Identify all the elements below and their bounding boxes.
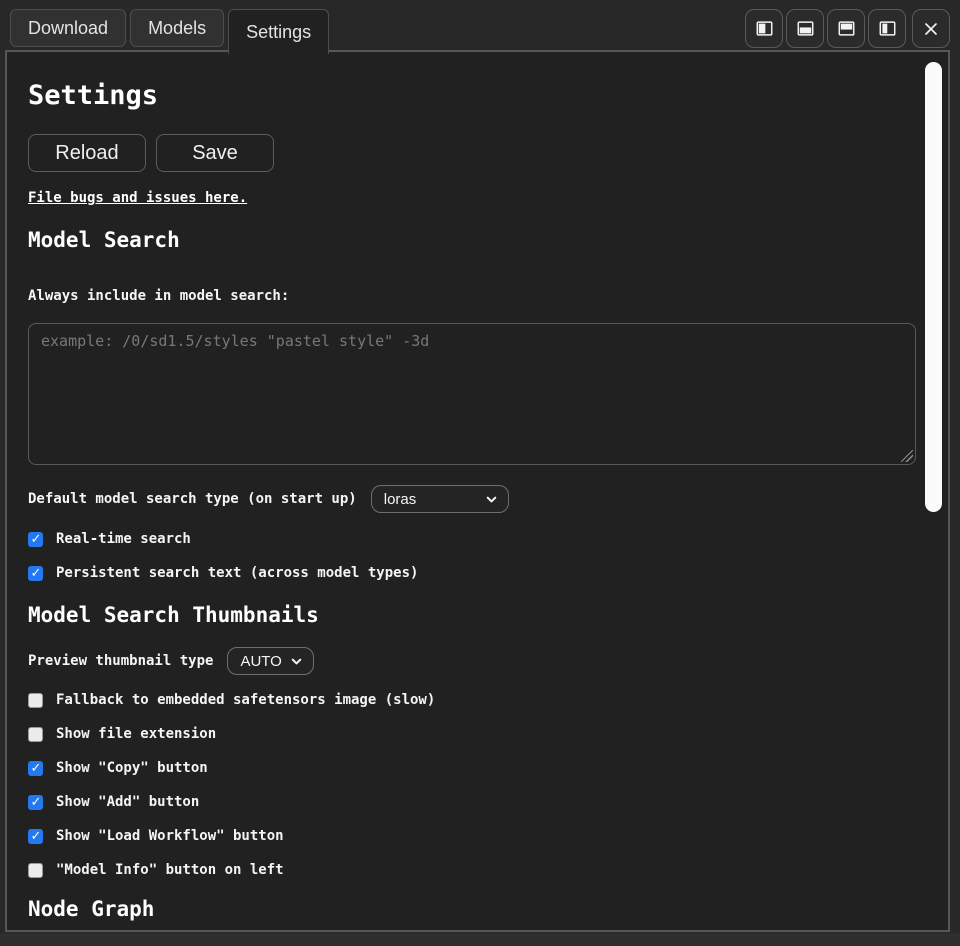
tab-models[interactable]: Models [130, 9, 224, 47]
show-load-workflow-checkbox[interactable] [28, 829, 43, 844]
chevron-down-icon [290, 655, 303, 668]
page-title: Settings [28, 82, 918, 110]
show-file-extension-row[interactable]: Show file extension [28, 727, 918, 742]
preview-thumbnail-type-select[interactable]: AUTO [227, 647, 313, 675]
model-search-heading: Model Search [28, 229, 918, 251]
panel-left-icon [756, 20, 773, 37]
dock-bottom-button[interactable] [786, 9, 824, 48]
settings-content: Settings Reload Save File bugs and issue… [7, 52, 918, 930]
tab-settings[interactable]: Settings [228, 9, 329, 54]
action-buttons: Reload Save [28, 134, 918, 172]
realtime-search-label: Real-time search [56, 532, 191, 547]
close-button[interactable] [912, 9, 950, 48]
tab-download[interactable]: Download [10, 9, 126, 47]
show-add-button-checkbox[interactable] [28, 795, 43, 810]
show-add-button-row[interactable]: Show "Add" button [28, 795, 918, 810]
preview-thumbnail-type-value: AUTO [240, 653, 281, 670]
always-include-field-wrap [28, 323, 916, 465]
model-info-left-label: "Model Info" button on left [56, 863, 284, 878]
persistent-search-checkbox[interactable] [28, 566, 43, 581]
always-include-label: Always include in model search: [28, 289, 918, 304]
show-add-button-label: Show "Add" button [56, 795, 199, 810]
show-copy-button-label: Show "Copy" button [56, 761, 208, 776]
fallback-safetensors-row[interactable]: Fallback to embedded safetensors image (… [28, 693, 918, 708]
thumbnails-heading: Model Search Thumbnails [28, 604, 918, 626]
default-search-type-value: loras [384, 491, 417, 508]
panel-top-icon [838, 20, 855, 37]
dock-right-button[interactable] [868, 9, 906, 48]
settings-panel: Settings Reload Save File bugs and issue… [5, 50, 950, 932]
always-include-textarea[interactable] [28, 323, 916, 465]
file-bugs-link[interactable]: File bugs and issues here. [28, 191, 247, 206]
preview-thumbnail-type-row: Preview thumbnail type AUTO [28, 647, 918, 675]
persistent-search-label: Persistent search text (across model typ… [56, 566, 418, 581]
window-buttons [745, 9, 950, 48]
show-load-workflow-row[interactable]: Show "Load Workflow" button [28, 829, 918, 844]
panel-right-icon [879, 20, 896, 37]
show-file-extension-label: Show file extension [56, 727, 216, 742]
persistent-search-row[interactable]: Persistent search text (across model typ… [28, 566, 918, 581]
model-info-left-row[interactable]: "Model Info" button on left [28, 863, 918, 878]
fallback-safetensors-checkbox[interactable] [28, 693, 43, 708]
show-file-extension-checkbox[interactable] [28, 727, 43, 742]
scrollbar-thumb[interactable] [925, 62, 942, 512]
show-load-workflow-label: Show "Load Workflow" button [56, 829, 284, 844]
node-graph-heading: Node Graph [28, 898, 918, 920]
vertical-scrollbar[interactable] [922, 54, 946, 928]
close-icon [923, 21, 939, 37]
panel-bottom-icon [797, 20, 814, 37]
horizontal-scrollbar-track[interactable] [0, 933, 960, 946]
show-copy-button-checkbox[interactable] [28, 761, 43, 776]
reload-button[interactable]: Reload [28, 134, 146, 172]
default-search-type-select[interactable]: loras [371, 485, 509, 513]
default-search-type-label: Default model search type (on start up) [28, 492, 357, 507]
tab-list: Download Models Settings [10, 9, 329, 54]
preview-thumbnail-type-label: Preview thumbnail type [28, 654, 213, 669]
dock-left-button[interactable] [745, 9, 783, 48]
default-search-type-row: Default model search type (on start up) … [28, 485, 918, 513]
model-info-left-checkbox[interactable] [28, 863, 43, 878]
show-copy-button-row[interactable]: Show "Copy" button [28, 761, 918, 776]
tab-bar: Download Models Settings [0, 0, 960, 50]
chevron-down-icon [485, 493, 498, 506]
fallback-safetensors-label: Fallback to embedded safetensors image (… [56, 693, 435, 708]
save-button[interactable]: Save [156, 134, 274, 172]
realtime-search-row[interactable]: Real-time search [28, 532, 918, 547]
realtime-search-checkbox[interactable] [28, 532, 43, 547]
dock-top-button[interactable] [827, 9, 865, 48]
